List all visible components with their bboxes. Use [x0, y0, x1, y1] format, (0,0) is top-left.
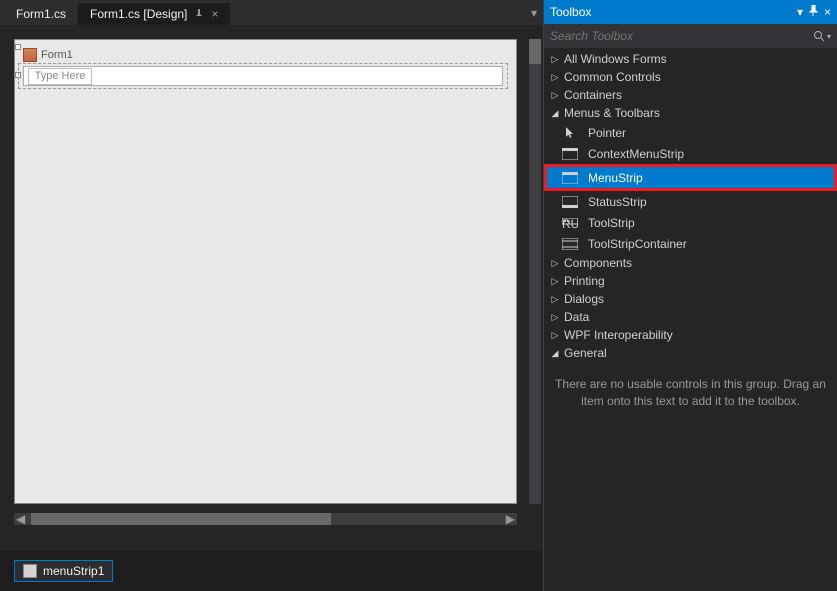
tree-item[interactable]: ContextMenuStrip: [544, 143, 837, 164]
component-tray: menuStrip1: [0, 551, 543, 591]
tree-group-label: Dialogs: [564, 292, 604, 306]
scrollbar-thumb[interactable]: [31, 513, 331, 525]
scroll-right-icon[interactable]: ▶: [504, 512, 517, 526]
tab-label: Form1.cs: [16, 7, 66, 21]
tree-item-label: ContextMenuStrip: [588, 147, 684, 161]
empty-group-text: There are no usable controls in this gro…: [544, 362, 837, 424]
tab-bar: Form1.cs Form1.cs [Design] × ▾: [0, 0, 543, 25]
search-icon[interactable]: ▾: [813, 30, 831, 42]
editor-panel: Form1.cs Form1.cs [Design] × ▾ Form1: [0, 0, 543, 591]
form-preview[interactable]: Form1 Type Here: [23, 46, 503, 86]
tree-item[interactable]: RUN ToolStrip: [544, 212, 837, 233]
tree-item[interactable]: StatusStrip: [544, 191, 837, 212]
search-row: ▾: [544, 24, 837, 48]
menustrip-control[interactable]: Type Here: [23, 66, 503, 86]
tree-item[interactable]: ToolStripContainer: [544, 233, 837, 254]
chevron-right-icon: ▷: [550, 276, 560, 287]
svg-text:RUN: RUN: [562, 218, 578, 228]
tool-icon: RUN: [562, 216, 578, 230]
tree-group-label: Components: [564, 256, 632, 270]
tree-item-label: StatusStrip: [588, 195, 647, 209]
tree-group-label: Common Controls: [564, 70, 661, 84]
pin-icon[interactable]: [809, 5, 818, 19]
designer-area: Form1 Type Here ◀ ▶: [0, 25, 543, 551]
close-icon[interactable]: ×: [211, 7, 218, 21]
form-icon: [23, 48, 37, 62]
scroll-left-icon[interactable]: ◀: [14, 512, 27, 526]
chevron-right-icon: ▷: [550, 294, 560, 305]
toolbox-tree: ▷ All Windows Forms ▷ Common Controls ▷ Conta…: [544, 48, 837, 591]
tree-item[interactable]: MenuStrip: [547, 167, 834, 188]
tree-group[interactable]: ▷ Common Controls: [544, 68, 837, 86]
tree-group[interactable]: ▷ Components: [544, 254, 837, 272]
toolbox-panel: Toolbox ▾ × ▾ ▷ All Windows Forms ▷ Common …: [543, 0, 837, 591]
tray-item-label: menuStrip1: [43, 564, 104, 578]
tree-group[interactable]: ◢ General: [544, 344, 837, 362]
status-icon: [562, 195, 578, 209]
pointer-icon: [562, 126, 578, 140]
scrollbar-thumb[interactable]: [529, 39, 541, 64]
chevron-right-icon: ▷: [550, 312, 560, 323]
chevron-right-icon: ▷: [550, 90, 560, 101]
tree-group-label: Containers: [564, 88, 622, 102]
designer-canvas[interactable]: Form1 Type Here: [14, 39, 517, 504]
tree-item-label: Pointer: [588, 126, 626, 140]
tree-group-label: All Windows Forms: [564, 52, 667, 66]
dropdown-icon[interactable]: ▾: [797, 5, 803, 19]
tree-item-label: ToolStrip: [588, 216, 635, 230]
menustrip-icon: [23, 564, 37, 578]
tree-group[interactable]: ▷ Dialogs: [544, 290, 837, 308]
selection-handle[interactable]: [15, 72, 21, 78]
menu-icon: [562, 171, 578, 185]
highlight-box: MenuStrip: [544, 164, 837, 191]
selection-handle[interactable]: [15, 44, 21, 50]
tree-group[interactable]: ◢ Menus & Toolbars: [544, 104, 837, 122]
tree-item[interactable]: Pointer: [544, 122, 837, 143]
tree-group[interactable]: ▷ All Windows Forms: [544, 50, 837, 68]
chevron-right-icon: ▷: [550, 72, 560, 83]
toolbox-title: Toolbox: [550, 5, 591, 19]
tab-form1-design[interactable]: Form1.cs [Design] ×: [78, 3, 230, 25]
tree-group[interactable]: ▷ Printing: [544, 272, 837, 290]
form-titlebar: Form1: [23, 46, 503, 64]
tree-group[interactable]: ▷ Data: [544, 308, 837, 326]
tree-group-label: Printing: [564, 274, 605, 288]
menu-icon: [562, 147, 578, 161]
tree-group-label: Menus & Toolbars: [564, 106, 660, 120]
tree-group[interactable]: ▷ WPF Interoperability: [544, 326, 837, 344]
chevron-right-icon: ▷: [550, 330, 560, 341]
tree-item-label: MenuStrip: [588, 171, 643, 185]
close-icon[interactable]: ×: [824, 5, 831, 19]
chevron-right-icon: ▷: [550, 258, 560, 269]
tree-group-label: Data: [564, 310, 589, 324]
tree-group[interactable]: ▷ Containers: [544, 86, 837, 104]
tree-item-label: ToolStripContainer: [588, 237, 687, 251]
horizontal-scrollbar[interactable]: ◀ ▶: [14, 513, 517, 525]
tab-dropdown-icon[interactable]: ▾: [531, 6, 537, 20]
tab-label: Form1.cs [Design]: [90, 7, 187, 21]
chevron-down-icon: ◢: [550, 348, 560, 359]
vertical-scrollbar[interactable]: [529, 39, 541, 504]
chevron-right-icon: ▷: [550, 54, 560, 65]
container-icon: [562, 237, 578, 251]
form-title-text: Form1: [41, 49, 73, 61]
pin-icon[interactable]: [193, 8, 205, 20]
tree-group-label: General: [564, 346, 607, 360]
search-input[interactable]: [550, 29, 813, 43]
chevron-down-icon: ◢: [550, 108, 560, 119]
toolbox-header: Toolbox ▾ ×: [544, 0, 837, 24]
tab-form1-cs[interactable]: Form1.cs: [4, 3, 78, 25]
tray-item-menustrip[interactable]: menuStrip1: [14, 560, 113, 582]
type-here-field[interactable]: Type Here: [28, 68, 92, 85]
tree-group-label: WPF Interoperability: [564, 328, 673, 342]
